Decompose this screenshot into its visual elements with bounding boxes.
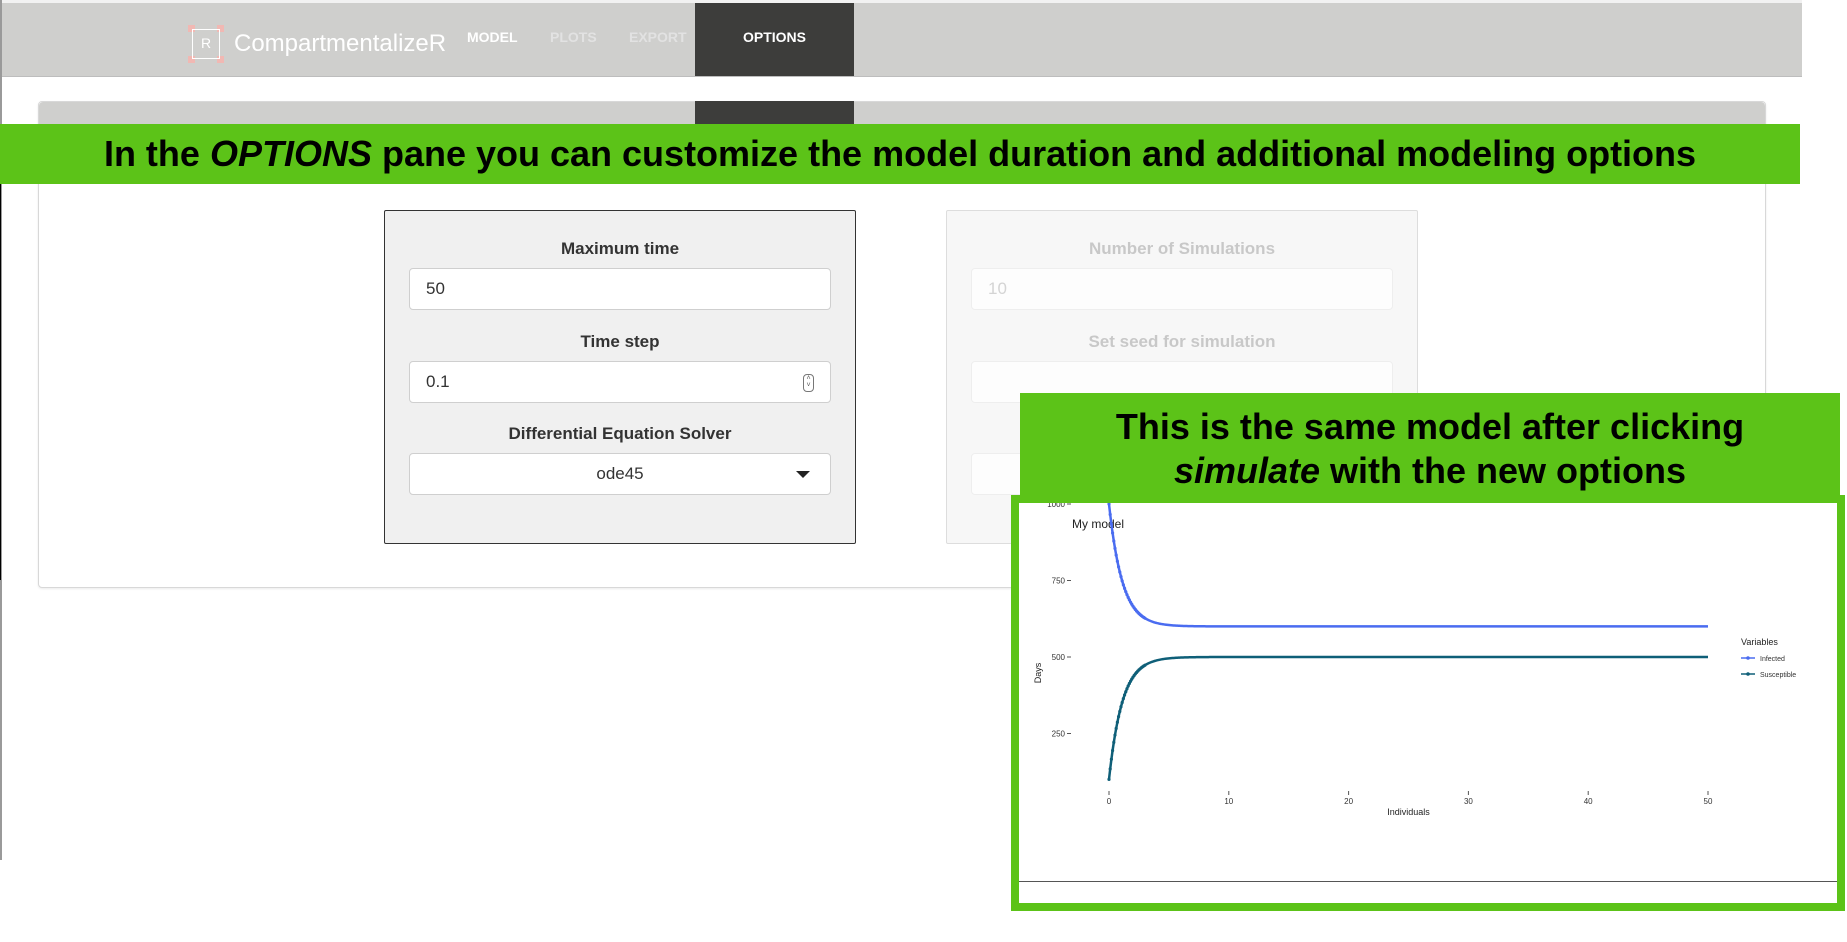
- y-tick-label: 1000: [1047, 503, 1065, 509]
- legend-marker-infected: [1746, 656, 1750, 660]
- series-point-susceptible: [1121, 696, 1125, 701]
- chevron-down-icon: [796, 471, 810, 478]
- plot-bottom-rule: [1019, 881, 1837, 882]
- legend-title: Variables: [1741, 637, 1778, 647]
- series-point-infected: [1125, 593, 1129, 597]
- series-point-susceptible: [1118, 709, 1122, 714]
- chart-title: My model: [1072, 517, 1124, 531]
- annotation-emphasis: OPTIONS: [209, 133, 372, 174]
- legend-marker-susceptible: [1746, 672, 1750, 676]
- max-time-value: 50: [426, 279, 445, 298]
- seed-label: Set seed for simulation: [1088, 332, 1276, 351]
- series-point-susceptible: [1109, 757, 1113, 761]
- y-tick-label: 500: [1052, 653, 1066, 662]
- max-time-input[interactable]: 50: [409, 268, 831, 310]
- x-tick-label: 20: [1344, 797, 1353, 806]
- series-point-infected: [1108, 512, 1112, 517]
- num-sims-label: Number of Simulations: [1088, 239, 1276, 258]
- annotation-text-rest: pane you can customize the model duratio…: [371, 133, 1697, 174]
- model-plot: My model 250 500 750 1000 0 10 20 30 40 50 Individu…: [1033, 500, 1796, 817]
- series-point-infected: [1112, 539, 1116, 543]
- max-time-label: Maximum time: [560, 239, 680, 258]
- solver-value: ode45: [596, 464, 644, 483]
- series-point-susceptible: [1119, 705, 1123, 709]
- series-point-infected: [1118, 570, 1122, 574]
- series-point-infected: [1124, 590, 1128, 594]
- series-point-susceptible: [1116, 714, 1121, 719]
- legend-label-infected: Infected: [1760, 656, 1785, 663]
- series-point-susceptible: [1108, 767, 1112, 771]
- annotation-line-2: simulate with the new options: [1020, 449, 1840, 493]
- app-logo-icon: R: [188, 25, 224, 63]
- annotation-text: In the: [103, 133, 210, 174]
- x-axis-label: Individuals: [1387, 807, 1430, 817]
- tab-export[interactable]: EXPORT: [629, 3, 687, 76]
- x-tick-label: 50: [1704, 797, 1713, 806]
- active-tab-shadow: [695, 101, 854, 125]
- series-point-susceptible: [1120, 700, 1124, 705]
- series-point-susceptible: [1115, 720, 1119, 724]
- tab-plots[interactable]: PLOTS: [550, 3, 597, 76]
- y-axis-label: Days: [1033, 662, 1043, 683]
- series-point-susceptible: [1107, 777, 1111, 781]
- solver-select[interactable]: ode45: [409, 453, 831, 495]
- spinner-icon[interactable]: ˄ ˅: [803, 374, 814, 392]
- time-step-value: 0.1: [426, 372, 450, 391]
- series-point-susceptible: [1114, 726, 1118, 730]
- series-point-susceptible: [1124, 690, 1128, 694]
- series-line-infected: [1107, 503, 1708, 628]
- y-tick-label: 250: [1052, 730, 1066, 739]
- time-step-label: Time step: [580, 332, 660, 351]
- series-point-susceptible: [1110, 748, 1115, 753]
- series-point-susceptible: [1113, 733, 1117, 737]
- series-point-susceptible: [1125, 687, 1129, 691]
- series-point-susceptible: [1122, 693, 1127, 697]
- tab-options[interactable]: OPTIONS: [695, 3, 854, 76]
- annotation-line-2-rest: with the new options: [1320, 450, 1687, 491]
- plot-frame: My model 250 500 750 1000 0 10 20 30 40 50 Individu…: [1011, 495, 1845, 911]
- brand[interactable]: R CompartmentalizeR: [188, 23, 446, 65]
- y-tick-label: 750: [1052, 577, 1066, 586]
- series-point-infected: [1120, 579, 1124, 583]
- simulate-annotation-banner: This is the same model after clicking si…: [1020, 393, 1840, 501]
- series-point-susceptible: [1143, 663, 1147, 667]
- series-point-infected: [1116, 565, 1121, 569]
- options-annotation-banner: In the OPTIONS pane you can customize th…: [0, 124, 1800, 184]
- series-point-infected: [1143, 616, 1147, 620]
- series-point-infected: [1115, 559, 1119, 563]
- annotation-emphasis-simulate: simulate: [1173, 450, 1321, 491]
- logo-letter: R: [200, 35, 212, 51]
- series-point-susceptible: [1112, 740, 1116, 744]
- num-sims-placeholder: 10: [988, 279, 1007, 298]
- x-tick-label: 30: [1464, 797, 1473, 806]
- series-point-infected: [1121, 583, 1125, 587]
- x-tick-label: 40: [1584, 797, 1593, 806]
- solver-label: Differential Equation Solver: [508, 424, 732, 443]
- series-point-infected: [1110, 531, 1115, 535]
- navbar: R CompartmentalizeR MODEL PLOTS EXPORT O…: [0, 3, 1802, 77]
- options-panel-header: [39, 102, 1765, 126]
- series-line-susceptible: [1107, 655, 1708, 780]
- series-point-infected: [1114, 553, 1118, 557]
- series-point-infected: [1122, 586, 1127, 591]
- tab-model[interactable]: MODEL: [467, 3, 518, 76]
- series-point-infected: [1109, 522, 1113, 526]
- left-rule: [0, 184, 1, 580]
- series-point-infected: [1119, 575, 1123, 579]
- legend-label-susceptible: Susceptible: [1760, 672, 1796, 679]
- x-tick-label: 10: [1224, 797, 1233, 806]
- num-sims-input[interactable]: 10: [971, 268, 1393, 310]
- series-point-infected: [1113, 546, 1117, 550]
- brand-name: CompartmentalizeR: [234, 30, 447, 57]
- annotation-line-1: This is the same model after clicking: [1115, 406, 1745, 447]
- time-step-input[interactable]: 0.1 ˄ ˅: [409, 361, 831, 403]
- ode-options-box: Maximum time 50 Time step 0.1 ˄ ˅ Differe…: [384, 210, 856, 544]
- x-tick-label: 0: [1107, 797, 1112, 806]
